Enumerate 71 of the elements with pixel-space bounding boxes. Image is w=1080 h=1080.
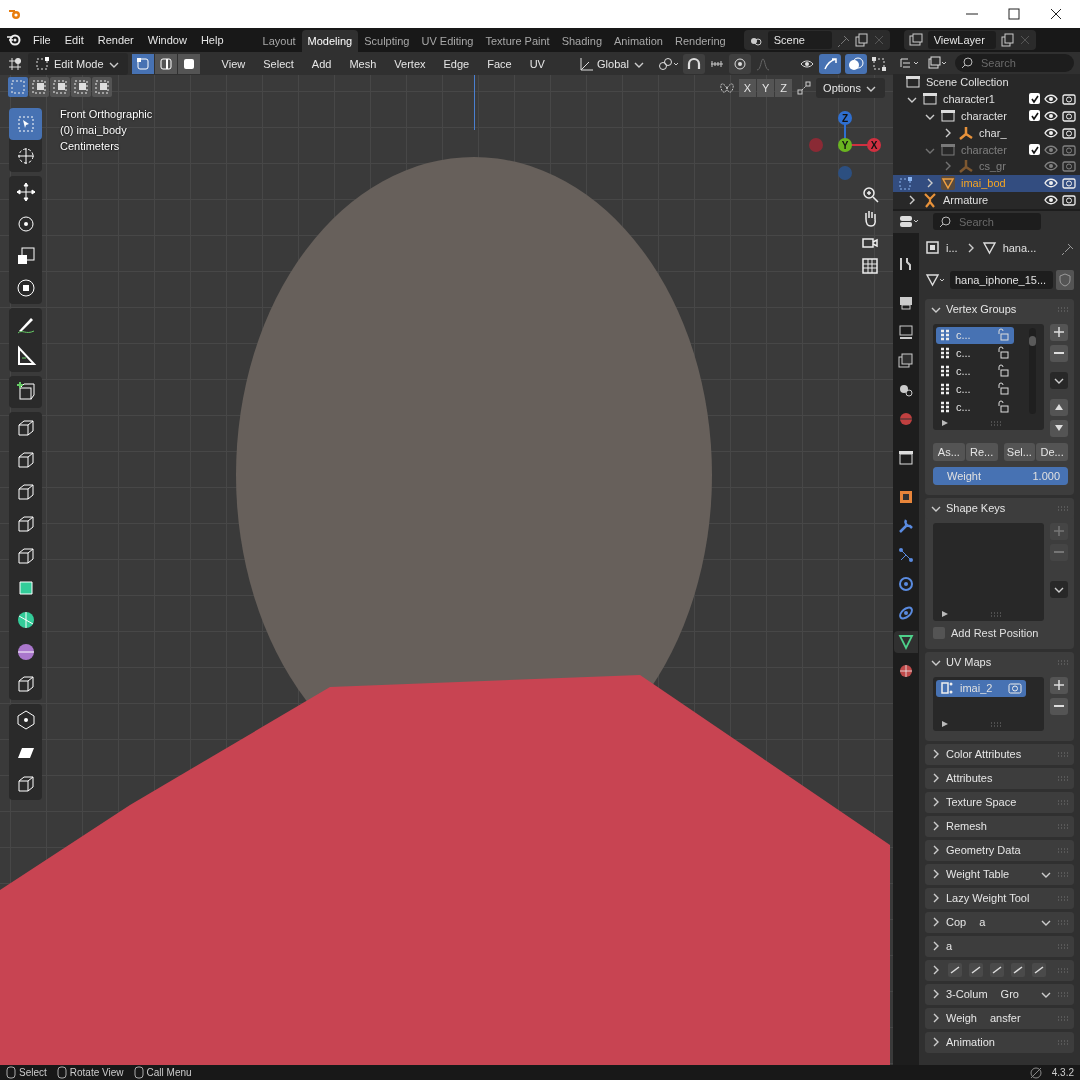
- vertex-group-action-button[interactable]: Re...: [965, 442, 998, 461]
- workspace-tab[interactable]: UV Editing: [415, 30, 480, 52]
- mirror-axis-toggle[interactable]: Y: [757, 79, 775, 97]
- workspace-tab[interactable]: Animation: [608, 30, 669, 52]
- viewport-info-text: (0) imai_body: [60, 124, 128, 136]
- outliner-row[interactable]: character: [893, 107, 1080, 125]
- viewport-info-text: Centimeters: [60, 140, 121, 152]
- workspace-tab[interactable]: Texture Paint: [479, 30, 556, 52]
- outliner-item-label: character1: [942, 91, 996, 106]
- outliner-row[interactable]: character1: [893, 90, 1080, 108]
- vertex-group-item[interactable]: c...: [936, 344, 1014, 362]
- orientation-dropdown[interactable]: Global: [571, 52, 653, 75]
- search-input[interactable]: Search: [957, 214, 1031, 229]
- mirror-axis-toggle[interactable]: X: [738, 79, 756, 97]
- menu-item[interactable]: Edge: [436, 54, 477, 73]
- view-layer-name-field[interactable]: ViewLayer: [927, 31, 996, 49]
- vertex-group-action-button[interactable]: Sel...: [1003, 442, 1036, 461]
- outliner-item-label: Scene Collection: [925, 75, 1010, 89]
- search-box[interactable]: Search: [933, 213, 1041, 231]
- outliner-item-label: cs_gr: [978, 159, 1007, 174]
- navigation-gizmo[interactable]: Z Y X: [808, 108, 884, 192]
- menu-item[interactable]: Render: [92, 31, 139, 49]
- menu-item[interactable]: Window: [142, 31, 192, 49]
- scene-selector[interactable]: Scene: [743, 30, 890, 50]
- status-hint: Rotate View: [69, 1067, 124, 1078]
- vertex-group-item[interactable]: c...: [936, 362, 1014, 380]
- outliner-item-label: char_: [978, 125, 1008, 140]
- breadcrumb-text: i...: [946, 241, 958, 254]
- search-box[interactable]: Search: [955, 53, 1074, 72]
- status-hint: Call Menu: [146, 1067, 192, 1078]
- menu-item[interactable]: Face: [480, 54, 519, 73]
- outliner-row[interactable]: char_: [893, 124, 1080, 142]
- vertex-group-item[interactable]: c...: [936, 326, 1014, 344]
- menu-item[interactable]: UV: [522, 54, 552, 73]
- menu-item[interactable]: Add: [304, 54, 339, 73]
- menu-item[interactable]: View: [214, 54, 253, 73]
- breadcrumb-text: hana...: [1002, 241, 1037, 254]
- mode-dropdown[interactable]: Edit Mode: [28, 52, 128, 75]
- weight-slider[interactable]: Weight 1.000: [933, 466, 1068, 485]
- menu-item[interactable]: Mesh: [342, 54, 384, 73]
- workspace-tab[interactable]: Layout: [256, 30, 302, 52]
- outliner-row[interactable]: Armature: [893, 191, 1080, 209]
- vertex-group-item[interactable]: c...: [936, 398, 1014, 416]
- menu-item[interactable]: Edit: [59, 31, 89, 49]
- menu-item[interactable]: Help: [195, 31, 229, 49]
- view-layer-selector[interactable]: ViewLayer: [903, 30, 1036, 50]
- workspace-tab[interactable]: Shading: [555, 30, 609, 52]
- viewport-info-text: Front Orthographic: [60, 108, 153, 120]
- rest-position-checkbox[interactable]: Add Rest Position: [933, 626, 1068, 639]
- workspace-tab[interactable]: Modeling: [301, 30, 359, 52]
- workspace-tab[interactable]: Sculpting: [358, 30, 416, 52]
- options-dropdown[interactable]: Options: [816, 78, 885, 98]
- outliner-item-label: Armature: [942, 193, 990, 208]
- vertex-group-item[interactable]: c...: [936, 380, 1014, 398]
- outliner-row[interactable]: character: [893, 141, 1080, 159]
- vertex-group-action-button[interactable]: De...: [1036, 442, 1068, 461]
- menu-item[interactable]: Select: [256, 54, 301, 73]
- uv-map-item[interactable]: imai_2: [936, 679, 1026, 697]
- scene-name-field[interactable]: Scene: [767, 31, 832, 49]
- outliner-row[interactable]: imai_bod: [893, 174, 1080, 192]
- status-hint: Select: [19, 1067, 47, 1078]
- menu-item[interactable]: File: [28, 31, 56, 49]
- version-label: 4.3.2: [1051, 1067, 1074, 1078]
- workspace-tab[interactable]: Rendering: [668, 30, 732, 52]
- outliner-item-label: imai_bod: [960, 176, 1007, 191]
- vertex-group-action-button[interactable]: As...: [933, 442, 965, 461]
- outliner-item-label: character: [960, 108, 1008, 123]
- outliner-item-label: character: [960, 142, 1008, 157]
- menu-item[interactable]: Vertex: [387, 54, 433, 73]
- mesh-name-field[interactable]: hana_iphone_15...: [950, 270, 1053, 289]
- mirror-axis-toggle[interactable]: Z: [775, 79, 793, 97]
